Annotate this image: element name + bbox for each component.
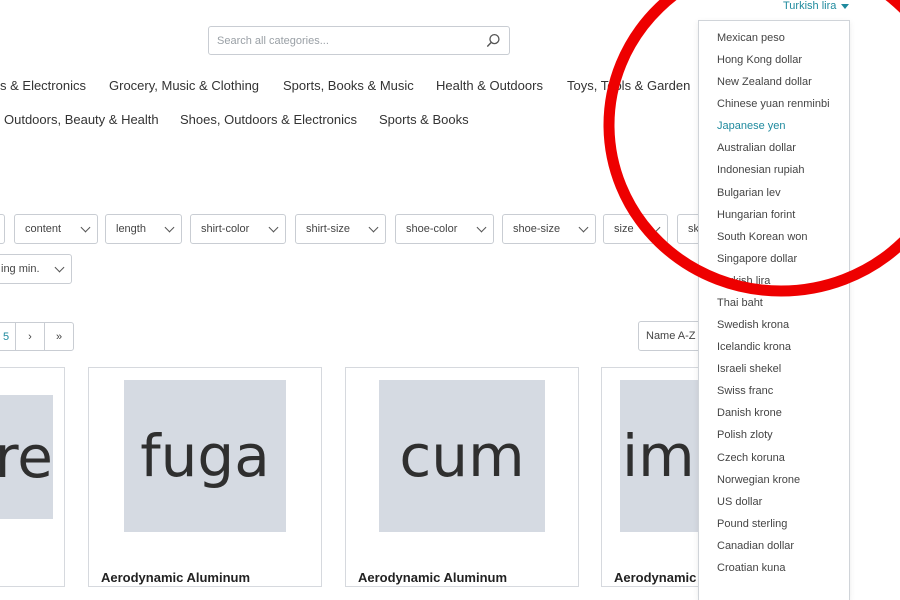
product-thumbnail[interactable]: imp [620, 380, 710, 532]
filter-label: content [25, 223, 62, 235]
chevron-down-icon [54, 262, 65, 272]
filter-dropdown[interactable]: shoe-color [395, 214, 494, 244]
category-link[interactable]: Outdoors, Beauty & Health [4, 112, 159, 127]
currency-option[interactable]: Thai baht [717, 297, 763, 309]
search-input[interactable] [217, 34, 457, 47]
filter-dropdown[interactable]: ing min. [0, 254, 72, 284]
product-card[interactable]: fuga Aerodynamic Aluminum [88, 367, 322, 587]
product-card[interactable]: cum Aerodynamic Aluminum [345, 367, 579, 587]
currency-option[interactable]: South Korean won [717, 231, 808, 243]
currency-option[interactable]: Pound sterling [717, 518, 787, 530]
currency-selector[interactable]: Turkish lira [783, 0, 850, 12]
currency-option[interactable]: Singapore dollar [717, 253, 797, 265]
product-title[interactable]: Aerodynamic Aluminum [358, 570, 507, 585]
currency-option[interactable]: Hong Kong dollar [717, 54, 802, 66]
currency-dropdown: Mexican peso Hong Kong dollar New Zealand … [698, 20, 850, 600]
category-link[interactable]: s & Electronics [0, 78, 86, 93]
pagination-next[interactable]: › [15, 322, 45, 351]
category-link[interactable]: Shoes, Outdoors & Electronics [180, 112, 357, 127]
currency-option[interactable]: Swiss franc [717, 385, 773, 397]
filter-label: size [614, 223, 634, 235]
currency-option[interactable]: Australian dollar [717, 142, 796, 154]
filter-dropdown[interactable]: shirt-size [295, 214, 386, 244]
filter-label: shoe-size [513, 223, 561, 235]
chevron-down-icon [268, 222, 279, 232]
category-link[interactable]: Grocery, Music & Clothing [109, 78, 259, 93]
currency-option[interactable]: Israeli shekel [717, 363, 781, 375]
chevron-down-icon [650, 222, 661, 232]
filter-dropdown-partial[interactable] [0, 214, 5, 244]
sort-label: Name A-Z [646, 330, 696, 342]
chevron-down-icon [80, 222, 91, 232]
filter-dropdown[interactable]: size [603, 214, 668, 244]
product-title[interactable]: Aerodynamic Aluminum [101, 570, 250, 585]
currency-option[interactable]: US dollar [717, 496, 762, 508]
currency-option[interactable]: Canadian dollar [717, 540, 794, 552]
thumbnail-text: re [0, 423, 53, 491]
category-link[interactable]: Health & Outdoors [436, 78, 543, 93]
caret-down-icon [841, 3, 850, 9]
filter-dropdown[interactable]: shirt-color [190, 214, 286, 244]
currency-option[interactable]: Hungarian forint [717, 209, 795, 221]
chevron-down-icon [164, 222, 175, 232]
product-thumbnail[interactable]: re [0, 395, 53, 519]
currency-option[interactable]: Icelandic krona [717, 341, 791, 353]
category-link[interactable]: Sports & Books [379, 112, 469, 127]
product-thumbnail[interactable]: cum [379, 380, 545, 532]
category-link[interactable]: Sports, Books & Music [283, 78, 414, 93]
currency-option[interactable]: New Zealand dollar [717, 76, 812, 88]
filter-label: shoe-color [406, 223, 458, 235]
product-title[interactable]: Aerodynamic [614, 570, 696, 585]
currency-option[interactable]: Danish krone [717, 407, 782, 419]
filter-dropdown[interactable]: length [105, 214, 182, 244]
filter-label: ing min. [1, 263, 40, 275]
currency-option[interactable]: Polish zloty [717, 429, 773, 441]
thumbnail-text: fuga [140, 422, 270, 490]
pagination-last[interactable]: » [44, 322, 74, 351]
thumbnail-text: cum [399, 422, 525, 490]
currency-option[interactable]: Indonesian rupiah [717, 164, 804, 176]
filter-label: length [116, 223, 146, 235]
pagination-page[interactable]: 5 [0, 322, 16, 351]
currency-option[interactable]: Norwegian krone [717, 474, 800, 486]
chevron-down-icon [368, 222, 379, 232]
filter-label: shirt-color [201, 223, 250, 235]
currency-option[interactable]: Swedish krona [717, 319, 789, 331]
currency-option[interactable]: Turkish lira [717, 275, 770, 287]
search-icon[interactable] [486, 33, 501, 48]
currency-option[interactable]: Croatian kuna [717, 562, 786, 574]
currency-option[interactable]: Czech koruna [717, 452, 785, 464]
thumbnail-text: imp [622, 422, 710, 490]
category-link[interactable]: Toys, Tools & Garden [567, 78, 690, 93]
currency-option[interactable]: Chinese yuan renminbi [717, 98, 830, 110]
search-bar[interactable] [208, 26, 510, 55]
product-thumbnail[interactable]: fuga [124, 380, 286, 532]
chevron-down-icon [578, 222, 589, 232]
chevron-down-icon [476, 222, 487, 232]
filter-label: shirt-size [306, 223, 351, 235]
currency-selected-label: Turkish lira [783, 0, 837, 12]
product-card[interactable]: re [0, 367, 65, 587]
currency-option[interactable]: Bulgarian lev [717, 187, 781, 199]
filter-dropdown[interactable]: shoe-size [502, 214, 596, 244]
filter-dropdown[interactable]: content [14, 214, 98, 244]
currency-option[interactable]: Mexican peso [717, 32, 785, 44]
currency-option[interactable]: Japanese yen [717, 120, 786, 132]
